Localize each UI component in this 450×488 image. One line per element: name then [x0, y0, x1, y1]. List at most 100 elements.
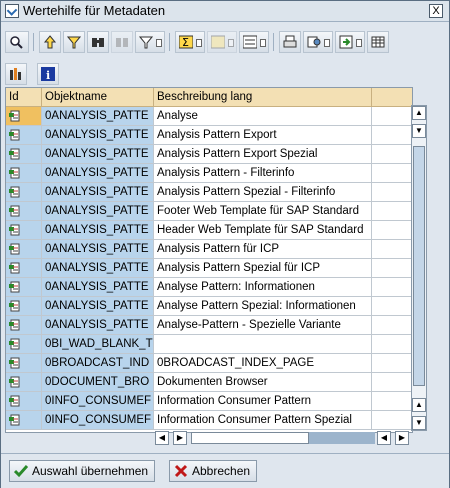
row-id-cell[interactable] — [6, 297, 42, 316]
object-name-cell[interactable]: 0BI_WAD_BLANK_T — [42, 335, 154, 354]
scroll-left-page-button[interactable]: ◀ — [377, 431, 391, 445]
object-name-cell[interactable]: 0ANALYSIS_PATTE — [42, 240, 154, 259]
scroll-up-button[interactable]: ▲ — [412, 106, 426, 120]
object-name-cell[interactable]: 0ANALYSIS_PATTE — [42, 107, 154, 126]
description-cell[interactable]: Information Consumer Pattern — [154, 392, 372, 411]
object-name-cell[interactable]: 0ANALYSIS_PATTE — [42, 278, 154, 297]
scroll-right-page-button[interactable]: ▶ — [173, 431, 187, 445]
description-cell[interactable]: Information Consumer Pattern Spezial — [154, 411, 372, 430]
sum-button[interactable]: Σ — [175, 31, 205, 53]
column-header-id[interactable]: Id — [6, 88, 42, 106]
sort-ascending-button[interactable] — [39, 31, 61, 53]
scroll-down-button[interactable]: ▼ — [412, 416, 426, 430]
description-cell[interactable]: Analyse — [154, 107, 372, 126]
table-row[interactable]: 0BI_WAD_BLANK_T — [6, 335, 412, 354]
vertical-scroll-thumb[interactable] — [413, 146, 425, 386]
table-row[interactable]: 0ANALYSIS_PATTE Analyse-Pattern - Speziel… — [6, 316, 412, 335]
object-name-cell[interactable]: 0BROADCAST_IND — [42, 354, 154, 373]
cancel-button[interactable]: Abbrechen — [169, 460, 258, 482]
layout-button[interactable] — [367, 31, 389, 53]
description-cell[interactable]: Footer Web Template für SAP Standard — [154, 202, 372, 221]
vertical-scrollbar[interactable]: ▲ ▼ ▲ ▼ — [411, 105, 427, 431]
sort-descending-button[interactable] — [63, 31, 85, 53]
row-id-cell[interactable] — [6, 373, 42, 392]
object-name-cell[interactable]: 0ANALYSIS_PATTE — [42, 145, 154, 164]
object-name-cell[interactable]: 0ANALYSIS_PATTE — [42, 164, 154, 183]
object-name-cell[interactable]: 0ANALYSIS_PATTE — [42, 126, 154, 145]
row-id-cell[interactable] — [6, 278, 42, 297]
scroll-down-page-button[interactable]: ▲ — [412, 398, 426, 412]
description-cell[interactable]: Analysis Pattern für ICP — [154, 240, 372, 259]
accept-selection-button[interactable]: Auswahl übernehmen — [9, 460, 156, 482]
table-row[interactable]: 0ANALYSIS_PATTE Header Web Template für S… — [6, 221, 412, 240]
description-cell[interactable]: Analyse Pattern Spezial: Informationen — [154, 297, 372, 316]
row-id-cell[interactable] — [6, 392, 42, 411]
description-cell[interactable] — [154, 335, 372, 354]
description-cell[interactable]: 0BROADCAST_INDEX_PAGE — [154, 354, 372, 373]
row-id-cell[interactable] — [6, 183, 42, 202]
object-name-cell[interactable]: 0INFO_CONSUMEF — [42, 392, 154, 411]
table-row[interactable]: 0ANALYSIS_PATTE Footer Web Template für S… — [6, 202, 412, 221]
horizontal-scroll-track[interactable] — [309, 432, 375, 444]
column-header-beschreibung[interactable]: Beschreibung lang — [154, 88, 372, 106]
row-id-cell[interactable] — [6, 259, 42, 278]
object-name-cell[interactable]: 0INFO_CONSUMEF — [42, 411, 154, 430]
row-id-cell[interactable] — [6, 354, 42, 373]
scroll-left-button[interactable]: ◀ — [155, 431, 169, 445]
table-row[interactable]: 0INFO_CONSUMEF Information Consumer Patte… — [6, 411, 412, 430]
calculation-button[interactable] — [239, 31, 269, 53]
description-cell[interactable]: Dokumenten Browser — [154, 373, 372, 392]
scroll-right-button[interactable]: ▶ — [395, 431, 409, 445]
row-id-cell[interactable] — [6, 145, 42, 164]
find-next-button[interactable] — [111, 31, 133, 53]
export-button[interactable] — [335, 31, 365, 53]
column-header-objektname[interactable]: Objektname — [42, 88, 154, 106]
subtotals-button[interactable] — [207, 31, 237, 53]
description-cell[interactable]: Analysis Pattern Spezial für ICP — [154, 259, 372, 278]
row-id-cell[interactable] — [6, 221, 42, 240]
object-name-cell[interactable]: 0ANALYSIS_PATTE — [42, 259, 154, 278]
description-cell[interactable]: Analysis Pattern - Filterinfo — [154, 164, 372, 183]
print-button[interactable] — [279, 31, 301, 53]
object-name-cell[interactable]: 0ANALYSIS_PATTE — [42, 221, 154, 240]
description-cell[interactable]: Header Web Template für SAP Standard — [154, 221, 372, 240]
table-row[interactable]: 0ANALYSIS_PATTE Analysis Pattern Export S… — [6, 145, 412, 164]
table-row[interactable]: 0ANALYSIS_PATTE Analysis Pattern für ICP — [6, 240, 412, 259]
object-name-cell[interactable]: 0ANALYSIS_PATTE — [42, 183, 154, 202]
find-button[interactable] — [5, 31, 29, 53]
object-name-cell[interactable]: 0ANALYSIS_PATTE — [42, 202, 154, 221]
object-name-cell[interactable]: 0ANALYSIS_PATTE — [42, 316, 154, 335]
views-button[interactable] — [303, 31, 333, 53]
row-id-cell[interactable] — [6, 107, 42, 126]
row-id-cell[interactable] — [6, 316, 42, 335]
table-row[interactable]: 0INFO_CONSUMEF Information Consumer Patte… — [6, 392, 412, 411]
object-name-cell[interactable]: 0DOCUMENT_BRO — [42, 373, 154, 392]
table-row[interactable]: 0ANALYSIS_PATTE Analysis Pattern Export — [6, 126, 412, 145]
close-button[interactable]: X — [429, 4, 443, 18]
description-cell[interactable]: Analysis Pattern Spezial - Filterinfo — [154, 183, 372, 202]
table-row[interactable]: 0ANALYSIS_PATTE Analyse — [6, 107, 412, 126]
horizontal-scroll-thumb[interactable] — [191, 432, 309, 444]
table-row[interactable]: 0ANALYSIS_PATTE Analyse Pattern Spezial: … — [6, 297, 412, 316]
table-row[interactable]: 0ANALYSIS_PATTE Analyse Pattern: Informat… — [6, 278, 412, 297]
row-id-cell[interactable] — [6, 335, 42, 354]
description-cell[interactable]: Analyse-Pattern - Spezielle Variante — [154, 316, 372, 335]
object-name-cell[interactable]: 0ANALYSIS_PATTE — [42, 297, 154, 316]
description-cell[interactable]: Analyse Pattern: Informationen — [154, 278, 372, 297]
row-id-cell[interactable] — [6, 126, 42, 145]
row-id-cell[interactable] — [6, 164, 42, 183]
information-button[interactable]: i — [37, 63, 59, 85]
row-id-cell[interactable] — [6, 240, 42, 259]
set-filter-button[interactable] — [135, 31, 165, 53]
table-row[interactable]: 0BROADCAST_IND 0BROADCAST_INDEX_PAGE — [6, 354, 412, 373]
description-cell[interactable]: Analysis Pattern Export — [154, 126, 372, 145]
horizontal-scrollbar[interactable]: ◀ ▶ ◀ ▶ — [155, 431, 411, 445]
row-id-cell[interactable] — [6, 202, 42, 221]
column-settings-button[interactable] — [5, 63, 27, 85]
table-row[interactable]: 0ANALYSIS_PATTE Analysis Pattern Spezial … — [6, 259, 412, 278]
table-row[interactable]: 0DOCUMENT_BRO Dokumenten Browser — [6, 373, 412, 392]
row-id-cell[interactable] — [6, 411, 42, 430]
find-binoculars-button[interactable] — [87, 31, 109, 53]
description-cell[interactable]: Analysis Pattern Export Spezial — [154, 145, 372, 164]
scroll-up-page-button[interactable]: ▼ — [412, 124, 426, 138]
